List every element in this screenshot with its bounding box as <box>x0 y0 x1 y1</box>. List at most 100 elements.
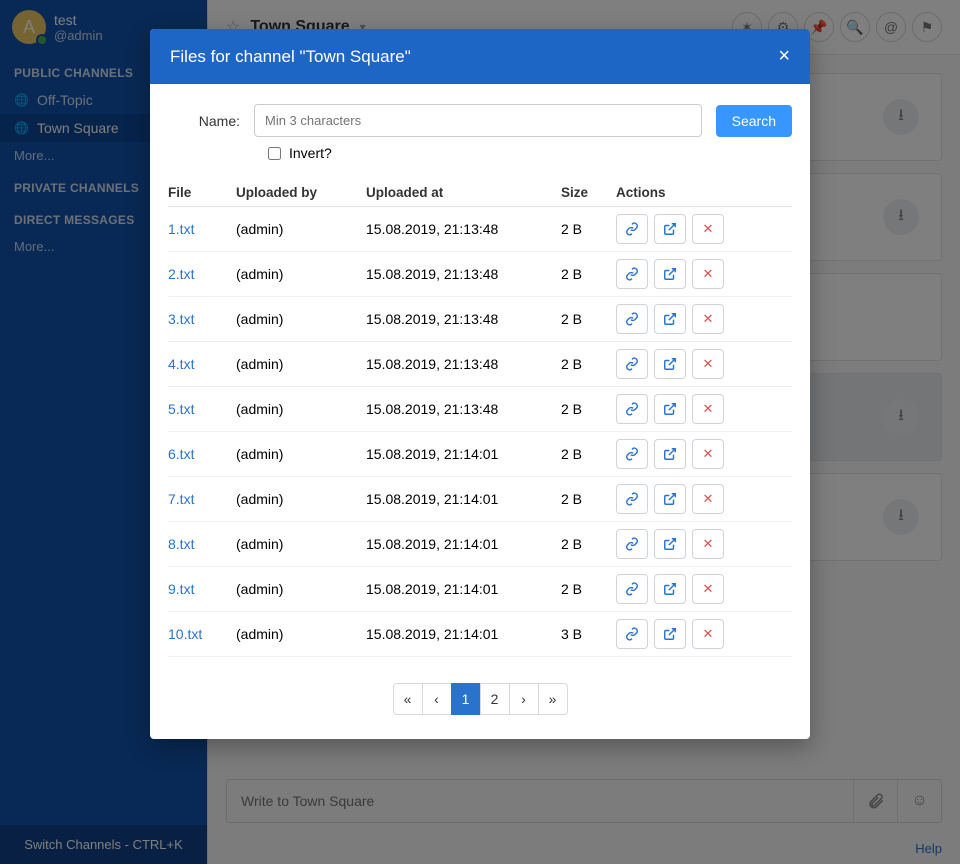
name-label: Name: <box>168 113 240 129</box>
link-icon[interactable] <box>616 484 648 514</box>
uploaded-by: (admin) <box>236 446 366 462</box>
file-size: 2 B <box>561 401 616 417</box>
file-link[interactable]: 10.txt <box>168 626 236 642</box>
delete-icon[interactable]: ✕ <box>692 349 724 379</box>
uploaded-by: (admin) <box>236 266 366 282</box>
page-1[interactable]: 1 <box>451 683 481 715</box>
uploaded-at: 15.08.2019, 21:13:48 <box>366 221 561 237</box>
delete-icon[interactable]: ✕ <box>692 259 724 289</box>
row-actions: ✕ <box>616 529 792 559</box>
open-external-icon[interactable] <box>654 619 686 649</box>
modal-header: Files for channel "Town Square" × <box>150 29 810 84</box>
modal-title: Files for channel "Town Square" <box>170 47 411 67</box>
uploaded-by: (admin) <box>236 401 366 417</box>
file-size: 2 B <box>561 311 616 327</box>
file-link[interactable]: 7.txt <box>168 491 236 507</box>
delete-icon[interactable]: ✕ <box>692 304 724 334</box>
file-size: 2 B <box>561 536 616 552</box>
table-header: File Uploaded by Uploaded at Size Action… <box>168 179 792 207</box>
table-row: 10.txt(admin)15.08.2019, 21:14:013 B✕ <box>168 612 792 657</box>
open-external-icon[interactable] <box>654 394 686 424</box>
uploaded-by: (admin) <box>236 581 366 597</box>
col-actions: Actions <box>616 185 792 200</box>
page-prev[interactable]: ‹ <box>422 683 452 715</box>
invert-checkbox[interactable] <box>268 147 281 160</box>
pagination: « ‹ 1 2 › » <box>168 683 792 715</box>
open-external-icon[interactable] <box>654 304 686 334</box>
link-icon[interactable] <box>616 349 648 379</box>
row-actions: ✕ <box>616 214 792 244</box>
file-link[interactable]: 3.txt <box>168 311 236 327</box>
uploaded-at: 15.08.2019, 21:14:01 <box>366 536 561 552</box>
row-actions: ✕ <box>616 394 792 424</box>
table-row: 3.txt(admin)15.08.2019, 21:13:482 B✕ <box>168 297 792 342</box>
table-row: 1.txt(admin)15.08.2019, 21:13:482 B✕ <box>168 207 792 252</box>
open-external-icon[interactable] <box>654 214 686 244</box>
page-next[interactable]: › <box>509 683 539 715</box>
table-row: 7.txt(admin)15.08.2019, 21:14:012 B✕ <box>168 477 792 522</box>
file-link[interactable]: 9.txt <box>168 581 236 597</box>
delete-icon[interactable]: ✕ <box>692 574 724 604</box>
file-link[interactable]: 5.txt <box>168 401 236 417</box>
uploaded-by: (admin) <box>236 356 366 372</box>
link-icon[interactable] <box>616 574 648 604</box>
invert-label: Invert? <box>289 145 332 161</box>
table-row: 2.txt(admin)15.08.2019, 21:13:482 B✕ <box>168 252 792 297</box>
uploaded-at: 15.08.2019, 21:13:48 <box>366 266 561 282</box>
file-link[interactable]: 8.txt <box>168 536 236 552</box>
link-icon[interactable] <box>616 259 648 289</box>
file-size: 2 B <box>561 446 616 462</box>
col-file: File <box>168 185 236 200</box>
close-icon[interactable]: × <box>778 45 790 68</box>
delete-icon[interactable]: ✕ <box>692 484 724 514</box>
file-link[interactable]: 4.txt <box>168 356 236 372</box>
uploaded-at: 15.08.2019, 21:13:48 <box>366 311 561 327</box>
uploaded-at: 15.08.2019, 21:14:01 <box>366 626 561 642</box>
uploaded-by: (admin) <box>236 221 366 237</box>
files-table: File Uploaded by Uploaded at Size Action… <box>168 179 792 657</box>
link-icon[interactable] <box>616 529 648 559</box>
delete-icon[interactable]: ✕ <box>692 214 724 244</box>
uploaded-at: 15.08.2019, 21:14:01 <box>366 581 561 597</box>
open-external-icon[interactable] <box>654 484 686 514</box>
delete-icon[interactable]: ✕ <box>692 529 724 559</box>
file-size: 2 B <box>561 581 616 597</box>
link-icon[interactable] <box>616 304 648 334</box>
table-row: 5.txt(admin)15.08.2019, 21:13:482 B✕ <box>168 387 792 432</box>
uploaded-at: 15.08.2019, 21:13:48 <box>366 356 561 372</box>
page-first[interactable]: « <box>393 683 423 715</box>
row-actions: ✕ <box>616 439 792 469</box>
col-size: Size <box>561 185 616 200</box>
open-external-icon[interactable] <box>654 574 686 604</box>
link-icon[interactable] <box>616 439 648 469</box>
delete-icon[interactable]: ✕ <box>692 439 724 469</box>
link-icon[interactable] <box>616 214 648 244</box>
file-link[interactable]: 6.txt <box>168 446 236 462</box>
table-row: 6.txt(admin)15.08.2019, 21:14:012 B ✕ <box>168 432 792 477</box>
link-icon[interactable] <box>616 619 648 649</box>
file-size: 2 B <box>561 491 616 507</box>
page-last[interactable]: » <box>538 683 568 715</box>
uploaded-at: 15.08.2019, 21:14:01 <box>366 446 561 462</box>
open-external-icon[interactable] <box>654 439 686 469</box>
name-search-input[interactable] <box>254 104 702 137</box>
file-link[interactable]: 2.txt <box>168 266 236 282</box>
open-external-icon[interactable] <box>654 259 686 289</box>
file-size: 2 B <box>561 356 616 372</box>
row-actions: ✕ <box>616 484 792 514</box>
open-external-icon[interactable] <box>654 349 686 379</box>
delete-icon[interactable]: ✕ <box>692 619 724 649</box>
row-actions: ✕ <box>616 349 792 379</box>
row-actions: ✕ <box>616 304 792 334</box>
link-icon[interactable] <box>616 394 648 424</box>
open-external-icon[interactable] <box>654 529 686 559</box>
delete-icon[interactable]: ✕ <box>692 394 724 424</box>
table-row: 4.txt(admin)15.08.2019, 21:13:482 B ✕ <box>168 342 792 387</box>
file-link[interactable]: 1.txt <box>168 221 236 237</box>
row-actions: ✕ <box>616 574 792 604</box>
page-2[interactable]: 2 <box>480 683 510 715</box>
row-actions: ✕ <box>616 259 792 289</box>
uploaded-by: (admin) <box>236 491 366 507</box>
row-actions: ✕ <box>616 619 792 649</box>
search-button[interactable]: Search <box>716 105 792 137</box>
